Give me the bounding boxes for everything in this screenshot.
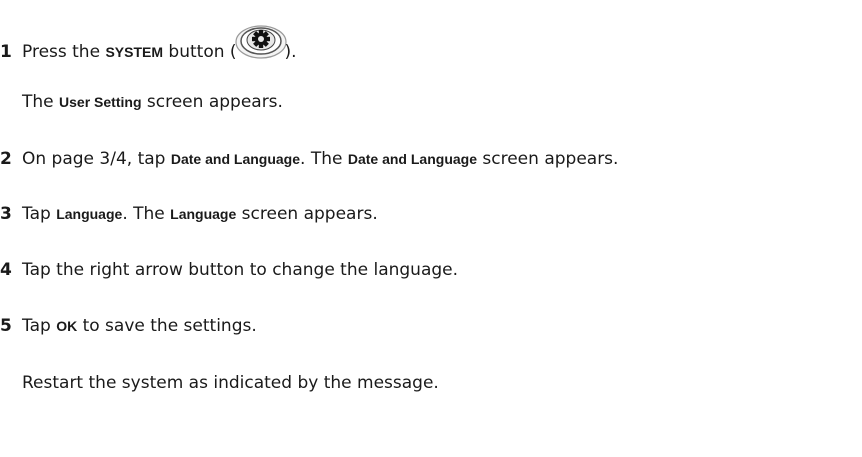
- step-number: 1: [0, 42, 12, 62]
- step-text: button (: [163, 42, 237, 62]
- step-5-note: Restart the system as indicated by the m…: [22, 372, 439, 394]
- note-text: The: [22, 92, 60, 112]
- step-5: 5 Tap OK to save the settings.: [0, 315, 257, 337]
- step-number: 5: [0, 316, 12, 336]
- step-text: screen appears.: [477, 149, 619, 169]
- step-1: 1 Press the SYSTEM button ( ).: [0, 20, 297, 63]
- ui-label-date-and-language: Date and Language: [347, 151, 477, 167]
- step-number: 2: [0, 149, 12, 169]
- step-text: screen appears.: [236, 204, 378, 224]
- ui-label-user-setting: User Setting: [59, 94, 142, 110]
- ui-label-language: Language: [56, 206, 123, 222]
- step-text: . The: [122, 204, 171, 224]
- step-text: On page 3/4, tap: [22, 149, 171, 169]
- step-text: Tap: [22, 316, 57, 336]
- ui-label-ok: OK: [56, 318, 78, 334]
- gear-icon: [234, 20, 287, 60]
- step-text: to save the settings.: [77, 316, 257, 336]
- step-text: . The: [300, 149, 348, 169]
- step-text: Tap the right arrow button to change the…: [22, 260, 459, 280]
- ui-label-language: Language: [170, 206, 237, 222]
- step-text: Tap: [22, 204, 57, 224]
- step-1-note: The User Setting screen appears.: [22, 91, 283, 113]
- step-text: ).: [284, 42, 297, 62]
- step-number: 3: [0, 204, 12, 224]
- ui-label-system: SYSTEM: [105, 44, 164, 60]
- step-4: 4 Tap the right arrow button to change th…: [0, 259, 458, 281]
- note-text: Restart the system as indicated by the m…: [22, 373, 439, 393]
- step-3: 3 Tap Language. The Language screen appea…: [0, 203, 378, 225]
- ui-label-date-and-language: Date and Language: [170, 151, 301, 167]
- step-2: 2 On page 3/4, tap Date and Language. The…: [0, 148, 618, 170]
- step-text: Press the: [22, 42, 106, 62]
- note-text: screen appears.: [141, 92, 283, 112]
- step-number: 4: [0, 260, 12, 280]
